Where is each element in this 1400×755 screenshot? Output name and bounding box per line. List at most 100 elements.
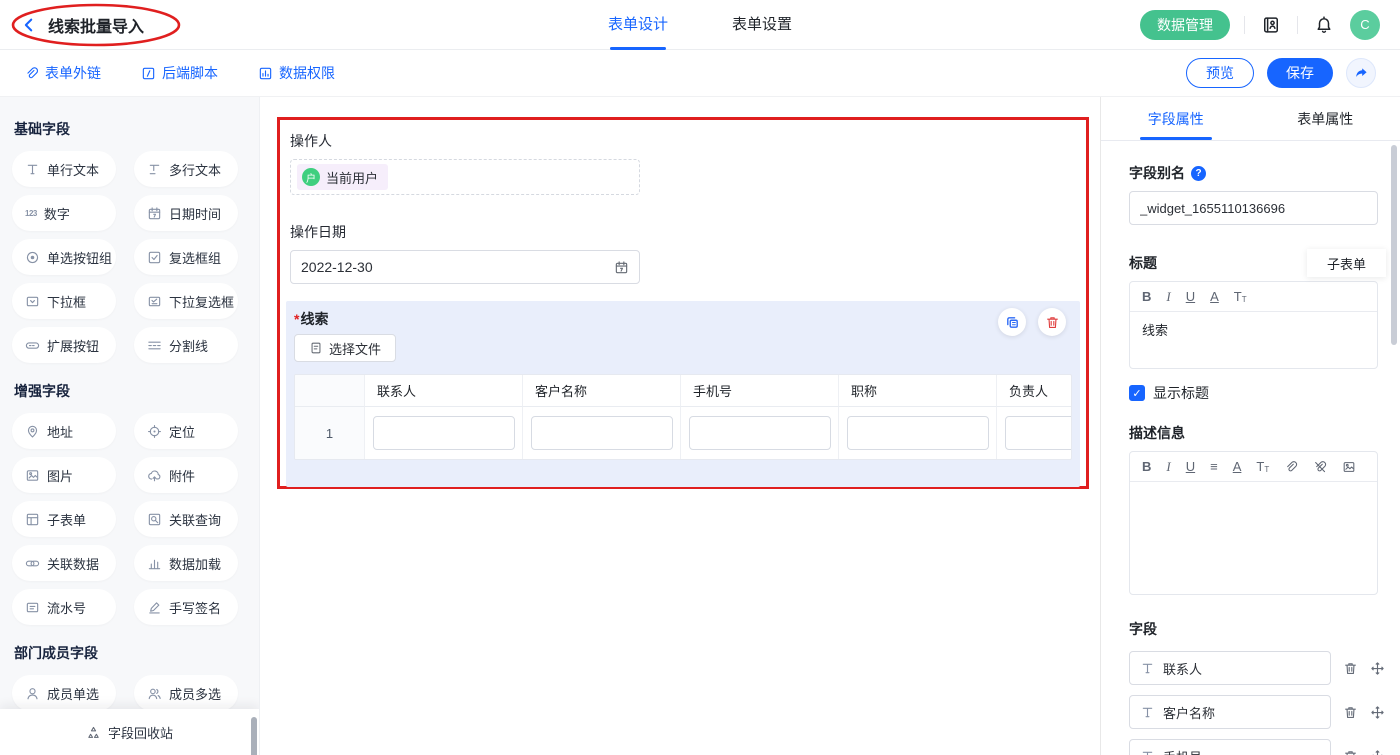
toolbar-link-1[interactable]: 后端脚本	[141, 63, 218, 83]
sidebar-item-select[interactable]: 下拉框	[12, 283, 116, 319]
delete-subfield-icon[interactable]	[1343, 661, 1358, 676]
subform-field-row: 手机号	[1129, 739, 1378, 755]
format-g-u-button[interactable]: U	[1186, 460, 1195, 473]
sidebar-item-sign[interactable]: 手写签名	[134, 589, 238, 625]
move-subfield-icon[interactable]	[1370, 749, 1385, 755]
sidebar-item-pin[interactable]: 地址	[12, 413, 116, 449]
header-tab-0[interactable]: 表单设计	[608, 0, 668, 50]
sidebar-item-textarea[interactable]: 多行文本	[134, 151, 238, 187]
panel-scrollbar[interactable]	[1391, 145, 1397, 345]
data-manage-button[interactable]: 数据管理	[1140, 10, 1230, 40]
desc-label: 描述信息	[1129, 423, 1378, 443]
current-user-tag: 户 当前用户	[297, 164, 388, 190]
field-date[interactable]: 操作日期	[290, 222, 1078, 284]
sidebar-item-serial[interactable]: 流水号	[12, 589, 116, 625]
cell-input[interactable]	[373, 416, 515, 450]
panel-tab-0[interactable]: 字段属性	[1101, 97, 1251, 140]
table-cell	[365, 407, 523, 459]
share-button[interactable]	[1346, 58, 1376, 88]
select-icon	[25, 294, 40, 309]
format-g-t-button[interactable]: T	[1256, 460, 1269, 474]
textarea-icon	[147, 162, 162, 177]
date-input[interactable]	[301, 259, 614, 275]
sidebar-item-datetime[interactable]: 日期时间	[134, 195, 238, 231]
subform-field-item[interactable]: 客户名称	[1129, 695, 1331, 729]
sidebar-item-people[interactable]: 成员多选	[134, 675, 238, 711]
checkbox-checked-icon[interactable]: ✓	[1129, 385, 1145, 401]
sidebar-item-subform[interactable]: 子表单	[12, 501, 116, 537]
preview-button[interactable]: 预览	[1186, 58, 1254, 88]
format-g-i-button[interactable]: I	[1166, 460, 1170, 473]
title-editor-content[interactable]: 线索	[1130, 312, 1377, 368]
form-designer-app: 线索批量导入 表单设计 表单设置 数据管理 C 表单外链 后端脚本 数据权限 预览 保…	[0, 0, 1400, 755]
sidebar-item-target[interactable]: 定位	[134, 413, 238, 449]
link-icon[interactable]	[1284, 460, 1298, 474]
user-avatar[interactable]: C	[1350, 10, 1380, 40]
panel-tab-1[interactable]: 表单属性	[1251, 97, 1400, 140]
cell-input[interactable]	[531, 416, 673, 450]
field-label: 操作人	[290, 131, 1078, 151]
subform-fields-list: 联系人客户名称手机号	[1129, 651, 1378, 755]
unlink-icon[interactable]	[1313, 460, 1327, 474]
sidebar-item-button[interactable]: 扩展按钮	[12, 327, 116, 363]
delete-subfield-icon[interactable]	[1343, 705, 1358, 720]
delete-field-button[interactable]	[1038, 308, 1066, 336]
sidebar-item-multiselect[interactable]: 下拉复选框	[134, 283, 238, 319]
subform-field-item[interactable]: 手机号	[1129, 739, 1331, 755]
delete-subfield-icon[interactable]	[1343, 749, 1358, 755]
cell-input[interactable]	[847, 416, 989, 450]
format-g-b-button[interactable]: B	[1142, 290, 1151, 303]
cell-input[interactable]	[1005, 416, 1073, 450]
sidebar-item-number[interactable]: 123数字	[12, 195, 116, 231]
format-g-b-button[interactable]: B	[1142, 460, 1151, 473]
sidebar-item-text[interactable]: 单行文本	[12, 151, 116, 187]
address-book-icon[interactable]	[1259, 13, 1283, 37]
sidebar-item-image[interactable]: 图片	[12, 457, 116, 493]
help-icon[interactable]: ?	[1191, 166, 1206, 181]
sidebar-item-person[interactable]: 成员单选	[12, 675, 116, 711]
imgsmall-icon[interactable]	[1342, 460, 1356, 474]
sidebar-item-radio[interactable]: 单选按钮组	[12, 239, 116, 275]
user-tag-label: 当前用户	[326, 168, 378, 187]
toolbar-link-2[interactable]: 数据权限	[258, 63, 335, 83]
operator-input[interactable]: 户 当前用户	[290, 159, 640, 195]
back-button[interactable]: 线索批量导入	[20, 13, 144, 37]
format-g-a-button[interactable]: A	[1210, 290, 1219, 303]
sidebar-item-cloud[interactable]: 附件	[134, 457, 238, 493]
alias-input[interactable]	[1129, 191, 1378, 225]
move-subfield-icon[interactable]	[1370, 705, 1385, 720]
format-g-a-button[interactable]: A	[1233, 460, 1242, 473]
desc-editor-content[interactable]	[1130, 482, 1377, 594]
cell-input[interactable]	[689, 416, 831, 450]
choose-file-button[interactable]: 选择文件	[294, 334, 396, 362]
checkbox-icon	[147, 250, 162, 265]
toolbar-link-0[interactable]: 表单外链	[24, 63, 101, 83]
subform-field-item[interactable]: 联系人	[1129, 651, 1331, 685]
sidebar-section-grid: 成员单选成员多选	[12, 675, 237, 711]
sidebar-scrollbar[interactable]	[251, 717, 257, 755]
move-subfield-icon[interactable]	[1370, 661, 1385, 676]
sidebar-item-dataload[interactable]: 数据加载	[134, 545, 238, 581]
format-g-u-button[interactable]: U	[1186, 290, 1195, 303]
sidebar-item-checkbox[interactable]: 复选框组	[134, 239, 238, 275]
bell-icon[interactable]	[1312, 13, 1336, 37]
chevron-left-icon	[20, 16, 38, 34]
field-type-badge: 子表单	[1307, 249, 1386, 277]
subform-field-selected[interactable]: *线索 选择文件 联系人客户名称手机号职称负责人1	[286, 301, 1080, 487]
sidebar-item-reldata[interactable]: 关联数据	[12, 545, 116, 581]
save-button[interactable]: 保存	[1267, 58, 1333, 88]
field-recycle-button[interactable]: 字段回收站	[0, 709, 259, 755]
header-tab-1[interactable]: 表单设置	[732, 0, 792, 50]
copy-field-button[interactable]	[998, 308, 1026, 336]
calendar-icon[interactable]	[614, 260, 629, 275]
properties-panel: 字段属性表单属性 字段别名 ? 标题 子表单 BIUAT 线索 ✓ 显示标题 描…	[1100, 97, 1400, 755]
field-operator[interactable]: 操作人 户 当前用户	[290, 131, 1078, 195]
file-icon	[309, 341, 323, 355]
sidebar-item-relquery[interactable]: 关联查询	[134, 501, 238, 537]
format-g-t-button[interactable]: T	[1234, 290, 1247, 304]
format-g-i-button[interactable]: I	[1166, 290, 1170, 303]
page-title: 线索批量导入	[48, 13, 144, 37]
show-title-checkbox-row[interactable]: ✓ 显示标题	[1129, 383, 1378, 403]
format-g-align-button[interactable]: ≡	[1210, 460, 1218, 473]
sidebar-item-divider[interactable]: 分割线	[134, 327, 238, 363]
